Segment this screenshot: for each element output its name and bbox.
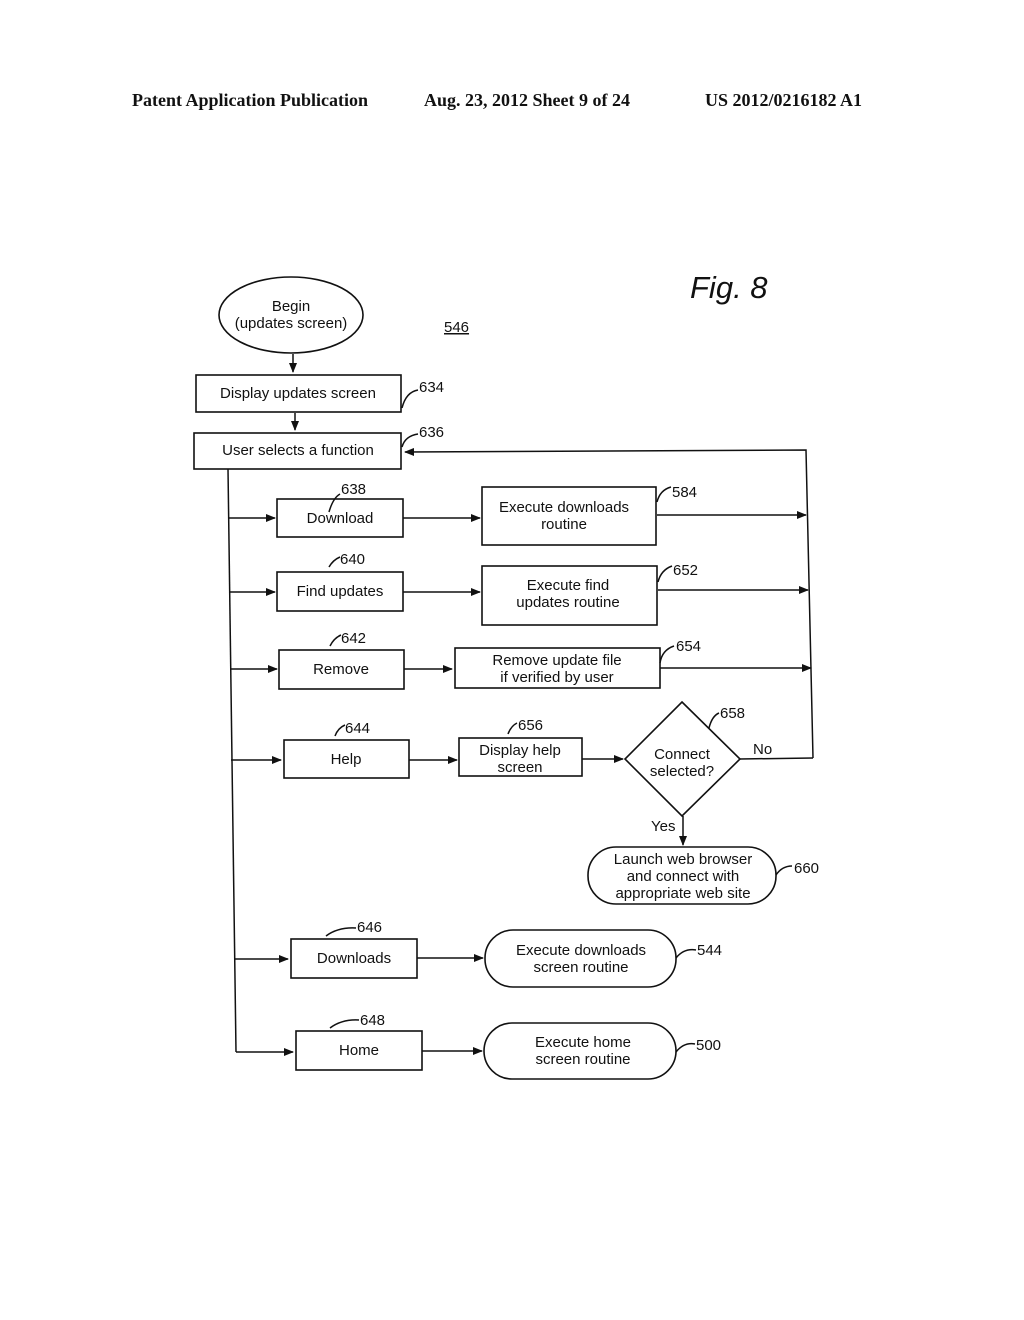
- ref-584: 584: [672, 484, 697, 501]
- svg-text:Display help: Display help: [479, 742, 561, 759]
- svg-text:screen routine: screen routine: [533, 959, 628, 976]
- node-find-updates: Find updates 640: [276, 551, 404, 612]
- label-yes: Yes: [651, 818, 675, 835]
- leader-636: [401, 433, 419, 448]
- svg-text:screen routine: screen routine: [535, 1051, 630, 1068]
- svg-text:if verified by user: if verified by user: [500, 669, 613, 686]
- svg-text:(updates screen): (updates screen): [235, 315, 348, 332]
- svg-text:Remove: Remove: [313, 661, 369, 678]
- node-exec-home: Execute home screen routine 500: [483, 1022, 721, 1080]
- svg-text:Execute downloads: Execute downloads: [516, 942, 646, 959]
- svg-text:User selects a function: User selects a function: [222, 442, 374, 459]
- ref-634: 634: [419, 379, 444, 396]
- node-display-updates: Display updates screen 634: [195, 374, 444, 413]
- svg-text:Execute home: Execute home: [535, 1034, 631, 1051]
- ref-638: 638: [341, 481, 366, 498]
- ref-544: 544: [697, 942, 722, 959]
- edge-connect-no: [739, 757, 814, 760]
- svg-text:Connect: Connect: [654, 746, 711, 763]
- svg-text:Execute downloads: Execute downloads: [499, 499, 629, 516]
- label-no: No: [753, 741, 772, 758]
- node-display-help: Display help screen 656: [458, 717, 583, 777]
- node-begin: Begin (updates screen): [218, 276, 364, 354]
- svg-text:Find updates: Find updates: [297, 583, 384, 600]
- svg-text:Begin: Begin: [272, 298, 310, 315]
- ref-500: 500: [696, 1037, 721, 1054]
- svg-text:Help: Help: [331, 751, 362, 768]
- ref-640: 640: [340, 551, 365, 568]
- ref-642: 642: [341, 630, 366, 647]
- node-user-selects: User selects a function 636: [193, 424, 444, 470]
- node-downloads: Downloads 646: [290, 919, 418, 979]
- node-download: Download 638: [276, 481, 404, 538]
- node-remove-file: Remove update file if verified by user 6…: [454, 638, 701, 689]
- node-home: Home 648: [295, 1012, 423, 1071]
- ref-648: 648: [360, 1012, 385, 1029]
- node-exec-find: Execute find updates routine 652: [481, 562, 698, 626]
- ref-654: 654: [676, 638, 701, 655]
- svg-text:Downloads: Downloads: [317, 950, 391, 967]
- ref-652: 652: [673, 562, 698, 579]
- node-connect-decision: Connect selected? 658: [623, 700, 745, 818]
- node-exec-downloads-screen: Execute downloads screen routine 544: [484, 929, 722, 988]
- svg-text:updates routine: updates routine: [516, 594, 619, 611]
- node-launch-browser: Launch web browser and connect with appr…: [587, 846, 819, 905]
- ref-636: 636: [419, 424, 444, 441]
- svg-text:routine: routine: [541, 516, 587, 533]
- svg-text:screen: screen: [497, 759, 542, 776]
- flowchart: Fig. 8 546 Begin (updates screen) Displa…: [193, 270, 819, 1080]
- ref-646: 646: [357, 919, 382, 936]
- ref-658: 658: [720, 705, 745, 722]
- svg-text:and connect with: and connect with: [627, 868, 740, 885]
- figure-ref: 546: [444, 319, 469, 336]
- ref-656: 656: [518, 717, 543, 734]
- svg-text:Display updates screen: Display updates screen: [220, 385, 376, 402]
- svg-text:Home: Home: [339, 1042, 379, 1059]
- svg-text:Launch web browser: Launch web browser: [614, 851, 752, 868]
- svg-text:Download: Download: [307, 510, 374, 527]
- svg-text:selected?: selected?: [650, 763, 714, 780]
- svg-text:Execute find: Execute find: [527, 577, 610, 594]
- svg-text:Remove update file: Remove update file: [492, 652, 621, 669]
- ref-660: 660: [794, 860, 819, 877]
- leader-634: [401, 389, 419, 409]
- figure-title: Fig. 8: [690, 270, 768, 305]
- node-remove: Remove 642: [278, 630, 405, 690]
- svg-text:appropriate web site: appropriate web site: [615, 885, 750, 902]
- node-help: Help 644: [283, 720, 410, 779]
- ref-644: 644: [345, 720, 370, 737]
